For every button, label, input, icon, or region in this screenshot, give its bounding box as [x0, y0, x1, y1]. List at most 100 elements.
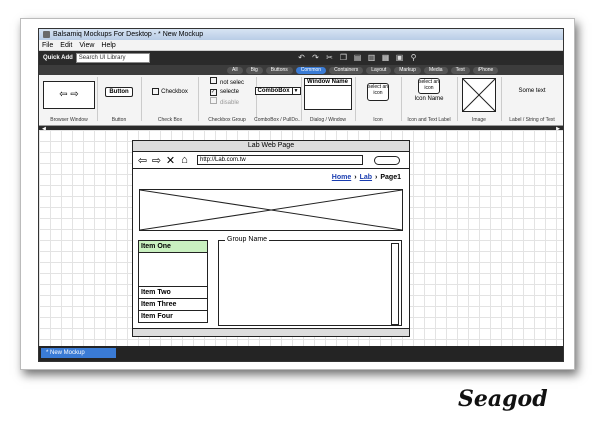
title-bar: Balsamiq Mockups For Desktop - * New Moc…	[39, 29, 563, 40]
window-title: Balsamiq Mockups For Desktop - * New Moc…	[53, 31, 204, 38]
menu-bar: File Edit View Help	[39, 40, 563, 51]
button-thumb: Button	[105, 87, 133, 97]
menu-view[interactable]: View	[79, 42, 94, 49]
lib-caption: Label / String of Text	[509, 117, 555, 123]
checkbox-thumb-text: Checkbox	[161, 88, 188, 95]
cut-icon[interactable]: ✂	[325, 53, 334, 62]
banner-image-placeholder	[139, 189, 403, 231]
paste-icon[interactable]: ▤	[353, 53, 362, 62]
lib-browser-window[interactable]: ⇦ ⇨ Browser Window	[42, 75, 96, 125]
url-field[interactable]: http://Lab.com.tw	[197, 155, 363, 165]
document-tabs: * New Mockup	[39, 346, 563, 361]
toolbar: Quick Add Search UI Library ↶ ↷ ✂ ❐ ▤ ▥ …	[39, 51, 563, 65]
mockup-title: Lab Web Page	[133, 141, 409, 152]
combobox-thumb-text: ComboBox	[257, 88, 290, 94]
tab-iphone[interactable]: iPhone	[472, 66, 499, 74]
tab-big[interactable]: Big	[245, 66, 263, 74]
list-item[interactable]: Item Two	[139, 287, 207, 299]
tab-all[interactable]: All	[227, 66, 243, 74]
menu-help[interactable]: Help	[101, 42, 115, 49]
lib-caption: Image	[472, 117, 486, 123]
lib-dialog[interactable]: Window Name Dialog / Window	[302, 75, 354, 125]
tab-containers[interactable]: Containers	[329, 66, 364, 74]
breadcrumb-separator-icon: ›	[375, 174, 378, 181]
lib-caption: Icon	[373, 117, 383, 123]
signature: Seagod	[458, 386, 548, 412]
browser-mockup[interactable]: Lab Web Page ⇦ ⇨ ✕ ⌂ http://Lab.com.tw H…	[132, 140, 410, 337]
lib-checkbox-group[interactable]: not selec ✓ selecte disable Checkbox Grou…	[199, 75, 255, 125]
lib-caption: Browser Window	[50, 117, 88, 123]
icon-name-text: Icon Name	[414, 96, 444, 102]
doc-tab-new-mockup[interactable]: * New Mockup	[41, 348, 116, 358]
lib-combobox[interactable]: ComboBox ▼ ComboBox / PullDo...	[254, 75, 302, 125]
cbg-item: not selec	[219, 80, 244, 86]
lib-icon-label[interactable]: select an icon Icon Name Icon and Text L…	[402, 75, 456, 125]
undo-icon[interactable]: ↶	[297, 53, 306, 62]
lib-caption: Check Box	[157, 117, 183, 123]
cbg-thumb: not selec ✓ selecte disable	[209, 77, 244, 108]
checkbox-thumb: Checkbox	[152, 88, 188, 95]
mockup-status-bar	[133, 328, 409, 336]
quick-add-label: Quick Add	[43, 55, 73, 61]
icon-thumb: select an icon	[367, 83, 389, 101]
chevron-down-icon: ▼	[291, 88, 299, 94]
group-scrollbar[interactable]	[391, 243, 399, 325]
redo-icon[interactable]: ↷	[311, 53, 320, 62]
combobox-thumb: ComboBox ▼	[254, 87, 302, 95]
group-icon[interactable]: ▦	[381, 53, 390, 62]
back-icon: ⇦	[137, 154, 148, 167]
zoom-icon[interactable]: ⚲	[409, 53, 418, 62]
lib-icon[interactable]: select an icon Icon	[356, 75, 400, 125]
lib-caption: Icon and Text Label	[407, 117, 451, 123]
go-button[interactable]	[374, 155, 400, 165]
tab-buttons[interactable]: Buttons	[265, 66, 293, 74]
lib-caption: Button	[111, 117, 127, 123]
lib-caption: ComboBox / PullDo...	[254, 117, 302, 123]
breadcrumb-separator-icon: ›	[354, 174, 357, 181]
lib-image[interactable]: Image	[458, 75, 500, 125]
home-icon: ⌂	[181, 154, 188, 166]
app-icon	[43, 31, 50, 38]
list-item[interactable]: Item Four	[139, 311, 207, 322]
breadcrumb: Home › Lab › Page1	[332, 174, 401, 181]
cbg-item: disable	[219, 100, 239, 106]
mockup-canvas[interactable]: Lab Web Page ⇦ ⇨ ✕ ⌂ http://Lab.com.tw H…	[39, 130, 563, 346]
tab-markup[interactable]: Markup	[394, 66, 421, 74]
tab-common[interactable]: Common	[295, 66, 327, 74]
group-box: Group Name	[218, 236, 402, 326]
library-tabs: All Big Buttons Common Containers Layout…	[39, 65, 563, 75]
lib-checkbox[interactable]: Checkbox Check Box	[143, 75, 197, 125]
cbg-item: selecte	[219, 89, 239, 95]
mockup-nav-bar: ⇦ ⇨ ✕ ⌂ http://Lab.com.tw	[133, 152, 409, 169]
list-spacer	[139, 253, 207, 287]
browser-thumb: ⇦ ⇨	[43, 81, 95, 109]
tab-text[interactable]: Text	[450, 66, 470, 74]
tab-layout[interactable]: Layout	[366, 66, 392, 74]
menu-file[interactable]: File	[42, 42, 53, 49]
icon-label-thumb: select an icon	[418, 78, 440, 94]
delete-icon[interactable]: ▥	[367, 53, 376, 62]
app-window: Balsamiq Mockups For Desktop - * New Moc…	[38, 28, 564, 362]
ui-library: ⇦ ⇨ Browser Window Button Button Checkbo…	[39, 75, 563, 126]
copy-icon[interactable]: ❐	[339, 53, 348, 62]
lib-label[interactable]: Some text Label / String of Text	[502, 75, 562, 125]
tab-media[interactable]: Media	[423, 66, 448, 74]
menu-edit[interactable]: Edit	[60, 42, 72, 49]
close-icon: ✕	[165, 154, 176, 167]
breadcrumb-page: Page1	[380, 174, 401, 181]
group-label: Group Name	[225, 236, 270, 243]
lib-caption: Dialog / Window	[309, 117, 347, 123]
forward-icon: ⇨	[151, 154, 162, 167]
nav-list: Item One Item Two Item Three Item Four	[138, 240, 208, 323]
list-item[interactable]: Item One	[139, 241, 207, 253]
image-placeholder-icon	[462, 78, 496, 112]
lib-button[interactable]: Button Button	[98, 75, 140, 125]
label-thumb: Some text	[518, 88, 546, 94]
dialog-thumb: Window Name	[304, 78, 352, 110]
list-item[interactable]: Item Three	[139, 299, 207, 311]
lib-caption: Checkbox Group	[208, 117, 246, 123]
breadcrumb-home[interactable]: Home	[332, 174, 351, 181]
breadcrumb-lab[interactable]: Lab	[360, 174, 372, 181]
lock-icon[interactable]: ▣	[395, 53, 404, 62]
search-input[interactable]: Search UI Library	[75, 53, 150, 63]
